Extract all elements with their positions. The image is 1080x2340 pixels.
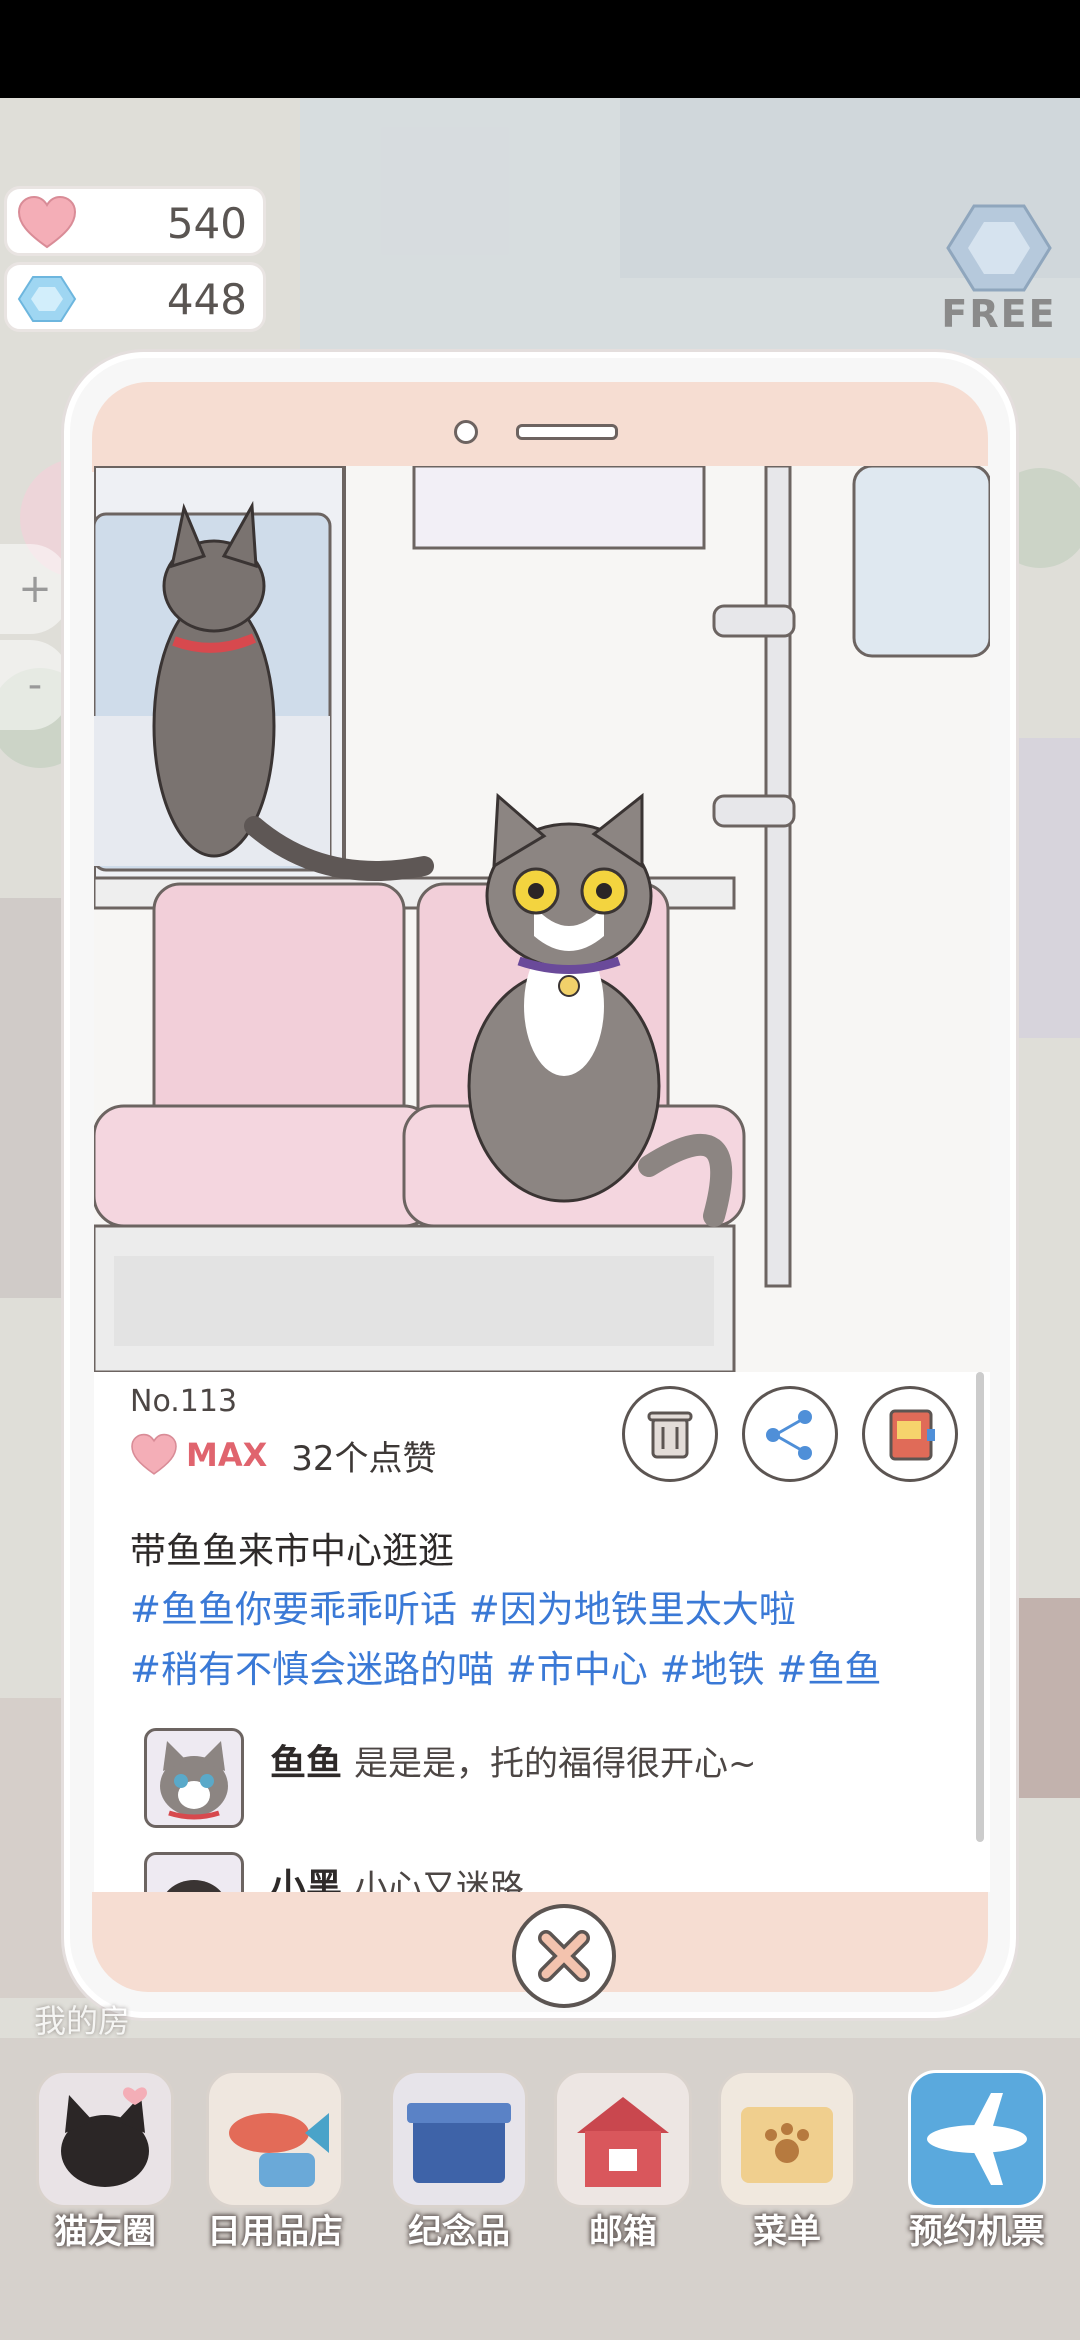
commenter-avatar xyxy=(144,1852,244,1892)
photo-album-icon xyxy=(889,1409,935,1461)
nav-label: 预约机票 xyxy=(909,2212,1045,2252)
hearts-value: 540 xyxy=(166,199,247,248)
my-room-label: 我的房 xyxy=(34,2002,131,2040)
comment-item: 小黑 小心又迷路 xyxy=(144,1852,524,1892)
tag[interactable]: #市中心 xyxy=(506,1648,648,1691)
nav-label: 邮箱 xyxy=(589,2212,657,2252)
like-level-badge: MAX xyxy=(186,1436,268,1474)
zoom-out-button[interactable]: - xyxy=(0,640,70,730)
post-info-card[interactable]: No.113 MAX 32个点赞 带鱼鱼来市中心逛逛 #鱼鱼你要乖乖听话 #因为… xyxy=(94,1372,990,1892)
nav-menu[interactable]: 菜单 xyxy=(712,2070,862,2270)
nav-label: 猫友圈 xyxy=(54,2212,156,2252)
fish-shop-icon xyxy=(206,2070,344,2208)
camera-dot xyxy=(454,420,478,444)
nav-label: 菜单 xyxy=(753,2212,821,2252)
like-heart-icon xyxy=(131,1433,177,1475)
nav-label: 日用品店 xyxy=(207,2212,343,2252)
mailbox-icon xyxy=(554,2070,692,2208)
gems-value: 448 xyxy=(166,275,247,324)
share-icon xyxy=(766,1410,812,1460)
souvenir-box-icon xyxy=(390,2070,528,2208)
tag[interactable]: #稍有不慎会迷路的喵 xyxy=(130,1648,494,1691)
heart-icon xyxy=(17,195,77,249)
gems-counter: 448 xyxy=(4,262,266,332)
free-label: FREE xyxy=(941,292,1057,336)
share-button[interactable] xyxy=(742,1386,838,1482)
nav-souvenirs[interactable]: 纪念品 xyxy=(384,2070,534,2270)
airplane-icon xyxy=(908,2070,1046,2208)
post-viewer-popup: No.113 MAX 32个点赞 带鱼鱼来市中心逛逛 #鱼鱼你要乖乖听话 #因为… xyxy=(64,352,1016,2018)
post-caption: 带鱼鱼来市中心逛逛 xyxy=(130,1531,455,1572)
close-icon xyxy=(538,1930,590,1982)
trash-icon xyxy=(647,1411,693,1459)
post-photo xyxy=(94,466,990,1372)
comment-text: 是是是，托的福得很开心~ xyxy=(354,1744,757,1784)
tag[interactable]: #因为地铁里太大啦 xyxy=(469,1588,796,1631)
album-button[interactable] xyxy=(862,1386,958,1482)
tag[interactable]: #鱼鱼 xyxy=(776,1648,881,1691)
nav-mailbox[interactable]: 邮箱 xyxy=(548,2070,698,2270)
nav-book-flight[interactable]: 预约机票 xyxy=(902,2070,1052,2270)
tag[interactable]: #鱼鱼你要乖乖听话 xyxy=(130,1588,457,1631)
commenter-name: 鱼鱼 xyxy=(270,1743,343,1784)
nav-daily-goods[interactable]: 日用品店 xyxy=(200,2070,350,2270)
post-number: No.113 xyxy=(130,1384,238,1419)
gem-icon xyxy=(17,276,77,322)
hearts-counter: 540 xyxy=(4,186,266,256)
card-scrollbar[interactable] xyxy=(976,1372,984,1842)
nav-label: 纪念品 xyxy=(408,2212,510,2252)
comment-item: 鱼鱼 是是是，托的福得很开心~ xyxy=(144,1728,757,1832)
cat-friends-icon xyxy=(36,2070,174,2208)
post-tags: #鱼鱼你要乖乖听话 #因为地铁里太大啦 #稍有不慎会迷路的喵 #市中心 #地铁 … xyxy=(130,1580,970,1700)
comment-text: 小心又迷路 xyxy=(354,1868,525,1892)
zoom-in-button[interactable]: + xyxy=(0,544,70,634)
phone-top-bezel xyxy=(92,382,988,472)
tag[interactable]: #地铁 xyxy=(660,1648,765,1691)
hexagon-gem-icon xyxy=(946,204,1052,292)
close-button[interactable] xyxy=(512,1904,616,2008)
phone-bottom-bezel xyxy=(92,1892,988,2008)
status-bar xyxy=(0,0,1080,98)
delete-button[interactable] xyxy=(622,1386,718,1482)
like-row: MAX 32个点赞 xyxy=(130,1430,437,1480)
commenter-name: 小黑 xyxy=(270,1867,343,1892)
folder-paw-icon xyxy=(718,2070,856,2208)
free-gem-button[interactable]: FREE xyxy=(928,198,1070,336)
like-count: 32个点赞 xyxy=(291,1438,437,1479)
commenter-avatar xyxy=(144,1728,244,1828)
speaker-slot xyxy=(516,424,618,440)
nav-cat-friends[interactable]: 猫友圈 xyxy=(30,2070,180,2270)
subway-cats-illustration xyxy=(94,466,990,1372)
